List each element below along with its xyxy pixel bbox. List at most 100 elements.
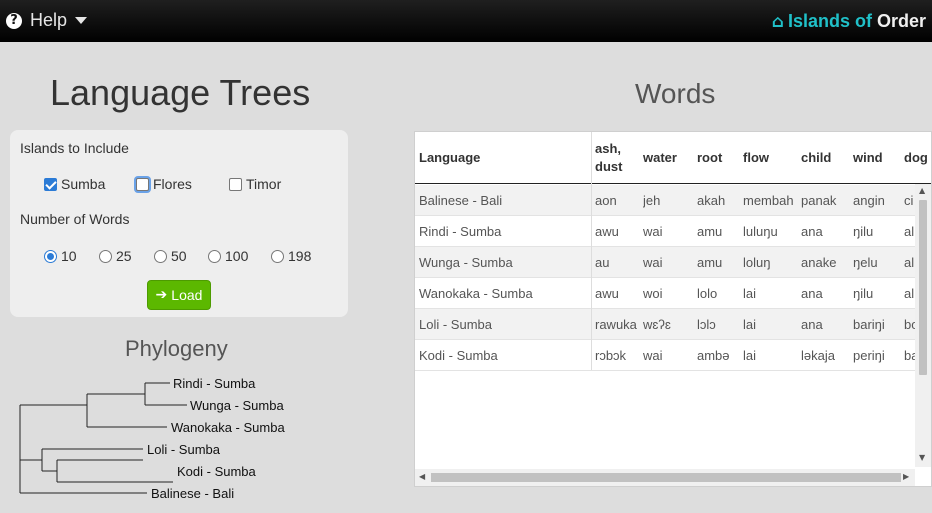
page-title: Language Trees	[50, 72, 311, 113]
column-header[interactable]: Language	[419, 132, 480, 184]
help-label: Help	[30, 10, 68, 30]
radio-label: 25	[116, 248, 132, 264]
radio[interactable]	[154, 249, 167, 263]
scroll-right-icon[interactable]: ▶	[903, 472, 909, 481]
word-cell: lolo	[697, 286, 718, 301]
brand-part2: Order	[876, 11, 926, 31]
word-cell: wai	[643, 348, 663, 363]
column-header[interactable]: dog	[904, 132, 928, 184]
scroll-down-icon[interactable]: ▼	[919, 453, 925, 462]
word-cell: amu	[697, 255, 723, 270]
column-divider	[591, 132, 592, 370]
language-cell: Wunga - Sumba	[419, 255, 513, 270]
table-row[interactable]: Wunga - Sumba au wai amu loluŋ anake ŋelu al	[415, 247, 915, 278]
controls-panel: Islands to Include Sumba Flores Timor Nu…	[10, 130, 348, 317]
word-cell: aon	[595, 193, 617, 208]
home-icon: ⌂	[771, 11, 784, 32]
column-header[interactable]: wind	[853, 132, 883, 184]
column-header[interactable]: flow	[743, 132, 769, 184]
islands-label: Islands to Include	[20, 140, 129, 156]
table-row[interactable]: Kodi - Sumba rɔbɔk wai ambə lai ləkaja periŋi b…	[415, 340, 918, 371]
horizontal-scroll-thumb[interactable]	[431, 473, 901, 482]
horizontal-scrollbar[interactable]: ◀ ▶	[415, 469, 915, 486]
phylogeny-title: Phylogeny	[125, 336, 228, 361]
radio-label: 50	[171, 248, 187, 264]
radio[interactable]	[271, 249, 284, 263]
word-cell: ŋilu	[853, 286, 874, 301]
word-cell: loluŋ	[743, 255, 771, 270]
word-cell: lai	[743, 348, 757, 363]
checkbox[interactable]	[44, 177, 57, 191]
scroll-left-icon[interactable]: ◀	[419, 472, 425, 481]
words-title: Words	[635, 78, 716, 109]
help-menu[interactable]: ? Help	[6, 10, 88, 31]
caret-down-icon	[75, 17, 88, 24]
scroll-up-icon[interactable]: ▲	[919, 186, 925, 195]
words-radio-100[interactable]: 100	[208, 248, 248, 264]
words-radio-50[interactable]: 50	[154, 248, 187, 264]
word-cell: periŋi	[853, 348, 885, 363]
word-cell: anake	[801, 255, 837, 270]
word-cell: ambə	[697, 348, 730, 363]
radio[interactable]	[208, 249, 221, 263]
word-cell: ana	[801, 286, 823, 301]
island-checkbox-timor[interactable]: Timor	[229, 176, 281, 192]
word-cell: ana	[801, 317, 823, 332]
words-table: Language ash, dust water root flow child…	[414, 131, 932, 487]
tree-leaf: Wanokaka - Sumba	[171, 420, 285, 435]
top-navbar: ? Help ⌂ Islands of Order	[0, 0, 932, 42]
column-header[interactable]: child	[801, 132, 831, 184]
words-radio-10[interactable]: 10	[44, 248, 77, 264]
word-cell: panak	[801, 193, 837, 208]
radio-label: 10	[61, 248, 77, 264]
words-count-label: Number of Words	[20, 211, 130, 227]
radio-label: 198	[288, 248, 312, 264]
brand-link[interactable]: ⌂ Islands of Order	[772, 11, 926, 32]
checkbox[interactable]	[229, 177, 242, 191]
table-row[interactable]: Wanokaka - Sumba awu woi lolo lai ana ŋilu al	[415, 278, 915, 309]
column-header[interactable]: root	[697, 132, 722, 184]
word-cell: wɛʔɛ	[643, 317, 671, 332]
word-cell: jeh	[643, 193, 661, 208]
word-cell: luluŋu	[743, 224, 778, 239]
arrow-right-icon: ➔	[155, 287, 168, 303]
island-checkbox-sumba[interactable]: Sumba	[44, 176, 105, 192]
words-radio-25[interactable]: 25	[99, 248, 132, 264]
radio[interactable]	[44, 249, 57, 263]
vertical-scroll-thumb[interactable]	[919, 200, 927, 375]
radio[interactable]	[99, 249, 112, 263]
table-row[interactable]: Rindi - Sumba awu wai amu luluŋu ana ŋilu al	[415, 216, 915, 247]
word-cell: angin	[853, 193, 885, 208]
language-cell: Loli - Sumba	[419, 317, 492, 332]
word-cell: ŋilu	[853, 224, 874, 239]
island-label: Sumba	[61, 176, 106, 192]
tree-leaf: Wunga - Sumba	[190, 398, 284, 413]
language-cell: Wanokaka - Sumba	[419, 286, 533, 301]
radio-label: 100	[225, 248, 249, 264]
table-header: Language ash, dust water root flow child…	[415, 132, 931, 184]
load-button[interactable]: ➔ Load	[147, 280, 211, 310]
question-circle-icon: ?	[6, 12, 22, 29]
island-label: Flores	[153, 176, 192, 192]
language-cell: Balinese - Bali	[419, 193, 503, 208]
island-checkbox-flores[interactable]: Flores	[136, 176, 192, 192]
column-header[interactable]: ash, dust	[595, 132, 633, 184]
word-cell: amu	[697, 224, 723, 239]
checkbox[interactable]	[136, 177, 149, 191]
tree-leaf: Kodi - Sumba	[177, 464, 256, 479]
word-cell: ŋelu	[853, 255, 878, 270]
word-cell: membah	[743, 193, 794, 208]
tree-leaf: Loli - Sumba	[147, 442, 220, 457]
vertical-scrollbar[interactable]: ▲ ▼	[915, 184, 931, 467]
table-row[interactable]: Balinese - Bali aon jeh akah membah panak angi…	[415, 185, 915, 216]
table-row[interactable]: Loli - Sumba rawuka wɛʔɛ lɔlɔ lai ana bariŋi bo	[415, 309, 918, 340]
word-cell: lɔlɔ	[697, 317, 716, 332]
word-cell: awu	[595, 286, 619, 301]
column-header[interactable]: water	[643, 132, 677, 184]
word-cell: lai	[743, 286, 757, 301]
word-cell: lai	[743, 317, 757, 332]
word-cell: wai	[643, 224, 663, 239]
word-cell: bariŋi	[853, 317, 885, 332]
words-radio-198[interactable]: 198	[271, 248, 311, 264]
word-cell: wai	[643, 255, 663, 270]
